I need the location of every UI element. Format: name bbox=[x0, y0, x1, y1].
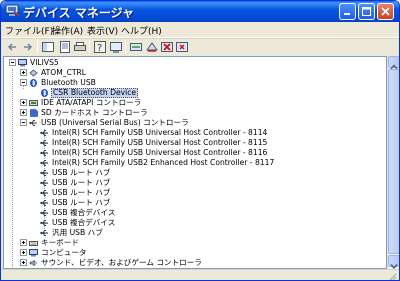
maximize-button[interactable] bbox=[358, 3, 375, 20]
resize-grip-icon[interactable] bbox=[387, 271, 397, 281]
menu-file[interactable]: ファイル(F) bbox=[5, 24, 53, 37]
keyboard-icon bbox=[29, 241, 38, 246]
forward-icon bbox=[24, 43, 33, 51]
expand-ide-toggle[interactable] bbox=[20, 99, 27, 106]
expand-root-toggle[interactable] bbox=[9, 59, 16, 66]
bluetooth-icon bbox=[41, 89, 48, 97]
close-button[interactable] bbox=[377, 3, 394, 20]
print-button[interactable] bbox=[73, 40, 87, 54]
show-hide-tree-button[interactable] bbox=[41, 40, 55, 54]
vertical-scrollbar[interactable] bbox=[387, 56, 399, 270]
scroll-thumb[interactable] bbox=[388, 69, 399, 254]
usb-icon bbox=[40, 180, 48, 186]
computer-icon bbox=[18, 59, 27, 67]
usb-icon bbox=[40, 220, 48, 226]
title-bar[interactable]: デバイス マネージャ bbox=[1, 1, 399, 22]
usb-icon bbox=[29, 120, 37, 126]
properties-button[interactable] bbox=[58, 40, 72, 54]
uninstall-icon bbox=[161, 42, 173, 52]
expand-atom-ctrl-toggle[interactable] bbox=[20, 69, 27, 76]
usb-icon bbox=[40, 150, 48, 156]
usb-icon bbox=[40, 140, 48, 146]
uninstall-button[interactable] bbox=[160, 40, 174, 54]
status-bar bbox=[1, 269, 399, 281]
show-hide-tree-icon bbox=[42, 42, 54, 52]
svg-text:?: ? bbox=[97, 43, 102, 54]
scan-hardware-button[interactable] bbox=[129, 40, 143, 54]
expand-computer-toggle[interactable] bbox=[20, 249, 27, 256]
expand-sound-toggle[interactable] bbox=[20, 259, 27, 266]
device-manager-icon bbox=[5, 4, 20, 17]
menu-help[interactable]: ヘルプ(H) bbox=[121, 24, 162, 37]
usb-icon bbox=[40, 170, 48, 176]
usb-icon bbox=[40, 190, 48, 196]
minimize-button[interactable] bbox=[339, 3, 356, 20]
properties-icon bbox=[60, 41, 70, 53]
menu-bar: ファイル(F) 操作(A) 表示(V) ヘルプ(H) bbox=[1, 22, 399, 38]
usb-icon bbox=[40, 210, 48, 216]
update-driver-icon bbox=[110, 42, 122, 53]
help-icon: ? bbox=[94, 41, 106, 54]
back-icon bbox=[7, 43, 16, 51]
update-driver-button[interactable] bbox=[109, 40, 123, 54]
disable-device-icon bbox=[146, 42, 158, 52]
disable-device-button[interactable] bbox=[145, 40, 159, 54]
sound-icon bbox=[29, 259, 37, 267]
usb-icon bbox=[40, 130, 48, 136]
menu-action[interactable]: 操作(A) bbox=[52, 24, 83, 37]
properties-red-button[interactable] bbox=[175, 40, 189, 54]
expand-sd-toggle[interactable] bbox=[20, 109, 27, 116]
usb-icon bbox=[40, 200, 48, 206]
forward-button[interactable] bbox=[21, 40, 35, 54]
computer-icon bbox=[29, 249, 38, 257]
scroll-down-button[interactable] bbox=[388, 255, 399, 270]
ide-icon bbox=[29, 100, 38, 106]
close-icon bbox=[381, 7, 390, 16]
usb-icon bbox=[40, 160, 48, 166]
back-button[interactable] bbox=[6, 40, 20, 54]
help-button[interactable]: ? bbox=[93, 40, 107, 54]
maximize-icon bbox=[362, 7, 371, 16]
expand-bluetooth-usb-toggle[interactable] bbox=[20, 79, 27, 86]
device-error-icon bbox=[176, 42, 188, 52]
bluetooth-icon bbox=[30, 79, 37, 87]
window-title: デバイス マネージャ bbox=[23, 6, 134, 20]
scan-hardware-icon bbox=[130, 43, 142, 51]
toolbar: ? bbox=[1, 38, 399, 55]
expand-usb-toggle[interactable] bbox=[20, 119, 27, 126]
scroll-up-button[interactable] bbox=[388, 56, 399, 70]
device-manager-window: デバイス マネージャ ファイル(F) 操作(A) 表示(V) ヘルプ(H) ? … bbox=[0, 0, 400, 281]
device-icon bbox=[29, 69, 38, 77]
print-icon bbox=[74, 42, 86, 51]
expand-keyboard-toggle[interactable] bbox=[20, 239, 27, 246]
menu-view[interactable]: 表示(V) bbox=[87, 24, 118, 37]
minimize-icon bbox=[344, 13, 350, 15]
usb-icon bbox=[40, 230, 48, 236]
sd-card-icon bbox=[30, 109, 38, 117]
device-tree[interactable]: VILIVS5 ATOM_CTRL Bluetooth USB CSR Blue… bbox=[3, 56, 387, 269]
